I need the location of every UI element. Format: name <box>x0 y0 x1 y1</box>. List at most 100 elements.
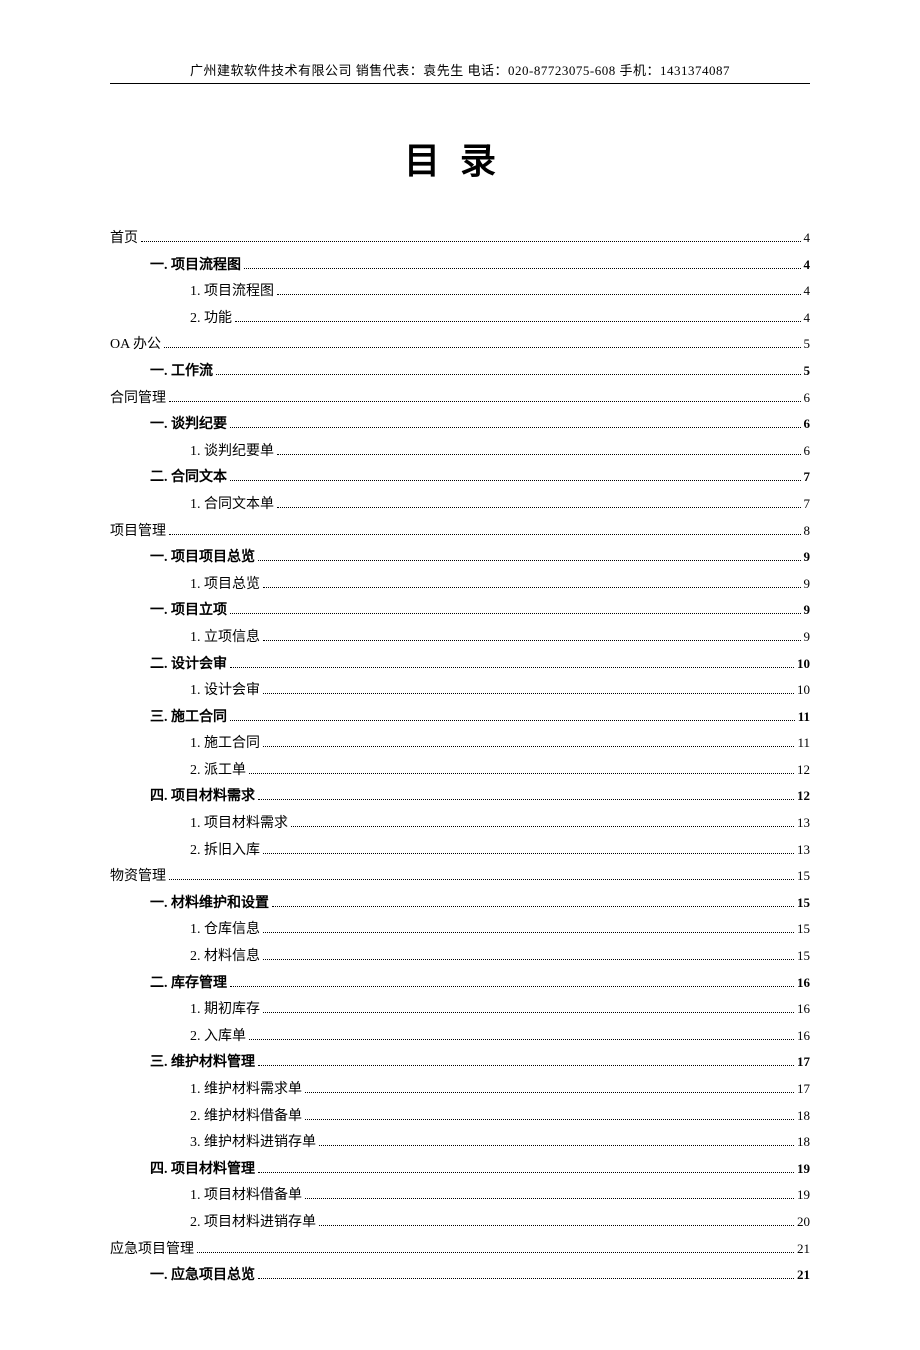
page-header: 广州建软软件技术有限公司 销售代表：袁先生 电话：020-87723075-60… <box>110 60 810 84</box>
toc-leader-dots <box>230 480 801 481</box>
toc-entry: 1. 谈判纪要单6 <box>110 439 810 466</box>
toc-entry-label: 1. 项目材料借备单 <box>190 1183 302 1210</box>
toc-entry-label: 1. 仓库信息 <box>190 917 260 944</box>
toc-entry-label: 二. 合同文本 <box>150 465 227 492</box>
toc-entry-page: 6 <box>804 439 811 464</box>
toc-entry-label: 二. 库存管理 <box>150 971 227 998</box>
toc-entry: 二. 库存管理 16 <box>110 971 810 998</box>
toc-entry-page: 18 <box>797 1130 810 1155</box>
toc-entry-page: 15 <box>797 917 810 942</box>
toc-leader-dots <box>305 1092 794 1093</box>
toc-entry-label: 项目管理 <box>110 519 166 546</box>
toc-entry-page: 7 <box>804 492 811 517</box>
toc-entry: 三. 施工合同11 <box>110 705 810 732</box>
toc-entry-page: 17 <box>797 1050 810 1075</box>
toc-leader-dots <box>305 1198 794 1199</box>
toc-entry-label: 2. 入库单 <box>190 1024 246 1051</box>
toc-entry-label: 1. 项目总览 <box>190 572 260 599</box>
toc-leader-dots <box>277 454 801 455</box>
toc-entry-label: 一. 材料维护和设置 <box>150 891 269 918</box>
toc-leader-dots <box>277 507 801 508</box>
toc-leader-dots <box>277 294 801 295</box>
toc-entry-page: 9 <box>804 625 811 650</box>
toc-entry: 一. 谈判纪要6 <box>110 412 810 439</box>
toc-entry-page: 12 <box>797 758 810 783</box>
toc-leader-dots <box>230 986 794 987</box>
toc-leader-dots <box>263 640 801 641</box>
toc-entry: OA 办公5 <box>110 332 810 359</box>
toc-entry: 1. 仓库信息 15 <box>110 917 810 944</box>
toc-entry: 合同管理 6 <box>110 386 810 413</box>
toc-entry-page: 16 <box>797 1024 810 1049</box>
toc-leader-dots <box>319 1145 794 1146</box>
toc-entry-page: 9 <box>804 545 811 570</box>
toc-entry: 1. 合同文本单7 <box>110 492 810 519</box>
toc-leader-dots <box>258 1172 794 1173</box>
toc-leader-dots <box>319 1225 794 1226</box>
toc-leader-dots <box>235 321 801 322</box>
toc-entry-label: 四. 项目材料需求 <box>150 784 255 811</box>
toc-leader-dots <box>244 268 801 269</box>
toc-entry-page: 12 <box>797 784 810 809</box>
toc-entry: 三. 维护材料管理17 <box>110 1050 810 1077</box>
toc-entry-label: 1. 设计会审 <box>190 678 260 705</box>
toc-entry-page: 21 <box>797 1263 810 1288</box>
toc-entry: 一. 应急项目总览21 <box>110 1263 810 1290</box>
toc-leader-dots <box>230 427 801 428</box>
toc-entry-label: 3. 维护材料进销存单 <box>190 1130 316 1157</box>
toc-entry-page: 18 <box>797 1104 810 1129</box>
toc-leader-dots <box>291 826 794 827</box>
toc-entry-label: 一. 项目立项 <box>150 598 227 625</box>
toc-entry-page: 15 <box>797 864 810 889</box>
toc-entry-label: 首页 <box>110 226 138 253</box>
toc-entry: 2. 拆旧入库13 <box>110 838 810 865</box>
toc-entry: 3. 维护材料进销存单 18 <box>110 1130 810 1157</box>
toc-entry: 二. 合同文本 7 <box>110 465 810 492</box>
toc-entry-label: 四. 项目材料管理 <box>150 1157 255 1184</box>
toc-entry-label: 合同管理 <box>110 386 166 413</box>
toc-leader-dots <box>258 1065 794 1066</box>
toc-entry-label: 1. 期初库存 <box>190 997 260 1024</box>
toc-leader-dots <box>272 906 794 907</box>
toc-leader-dots <box>249 773 794 774</box>
toc-entry: 应急项目管理21 <box>110 1237 810 1264</box>
toc-leader-dots <box>230 667 794 668</box>
toc-entry: 1. 维护材料需求单17 <box>110 1077 810 1104</box>
toc-entry-page: 19 <box>797 1157 810 1182</box>
toc-entry-page: 4 <box>804 253 811 278</box>
toc-entry-page: 16 <box>797 971 810 996</box>
toc-entry-page: 11 <box>797 731 810 756</box>
toc-entry-label: 2. 派工单 <box>190 758 246 785</box>
toc-entry-label: 一. 项目流程图 <box>150 253 241 280</box>
toc-entry-page: 9 <box>804 572 811 597</box>
document-title: 目录 <box>110 132 810 184</box>
toc-entry-page: 13 <box>797 838 810 863</box>
toc-entry: 四. 项目材料需求 12 <box>110 784 810 811</box>
toc-entry-page: 10 <box>797 678 810 703</box>
toc-leader-dots <box>169 534 801 535</box>
toc-entry: 四. 项目材料管理 19 <box>110 1157 810 1184</box>
toc-entry-page: 5 <box>804 359 811 384</box>
toc-entry-page: 10 <box>797 652 810 677</box>
toc-entry-label: 2. 功能 <box>190 306 232 333</box>
toc-entry: 一. 项目立项9 <box>110 598 810 625</box>
toc-entry-label: 2. 材料信息 <box>190 944 260 971</box>
toc-leader-dots <box>305 1119 794 1120</box>
toc-leader-dots <box>230 720 795 721</box>
toc-leader-dots <box>141 241 801 242</box>
toc-leader-dots <box>263 853 794 854</box>
toc-entry: 一. 材料维护和设置15 <box>110 891 810 918</box>
toc-entry-label: 1. 项目材料需求 <box>190 811 288 838</box>
toc-entry-label: 2. 维护材料借备单 <box>190 1104 302 1131</box>
toc-leader-dots <box>263 693 794 694</box>
toc-leader-dots <box>169 879 794 880</box>
toc-entry-label: 2. 项目材料进销存单 <box>190 1210 316 1237</box>
toc-entry: 2. 项目材料进销存单20 <box>110 1210 810 1237</box>
toc-entry-label: 应急项目管理 <box>110 1237 194 1264</box>
toc-leader-dots <box>263 1012 794 1013</box>
toc-entry-label: 物资管理 <box>110 864 166 891</box>
toc-entry-page: 17 <box>797 1077 810 1102</box>
toc-entry-page: 7 <box>804 465 811 490</box>
toc-entry-page: 6 <box>804 386 811 411</box>
toc-entry: 项目管理8 <box>110 519 810 546</box>
